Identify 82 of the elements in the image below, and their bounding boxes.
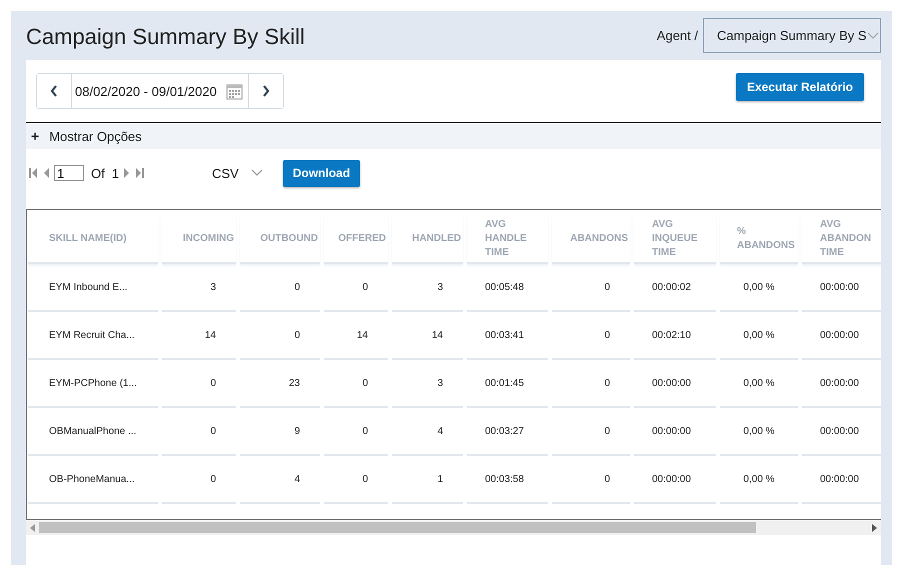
- table-cell: 00:00:00: [802, 312, 881, 360]
- table-cell: 00:00:00: [634, 456, 716, 504]
- table-cell: 14: [324, 312, 388, 360]
- table-cell: 00:03:41: [467, 312, 548, 360]
- download-button[interactable]: Download: [282, 160, 360, 186]
- page-total: 1: [112, 166, 119, 180]
- table-cell: 0,00 %: [720, 360, 798, 408]
- table-cell: EYM Inbound E...: [28, 264, 158, 312]
- table-cell: 00:02:10: [634, 312, 716, 360]
- table-cell: 14: [162, 312, 236, 360]
- table-cell: 0: [552, 312, 630, 360]
- table-cell: 0: [240, 312, 320, 360]
- table-cell: 00:00:00: [802, 408, 881, 456]
- table-cell: 0,00 %: [720, 456, 798, 504]
- column-header: OFFERED: [324, 215, 388, 264]
- scroll-right-icon[interactable]: [872, 524, 877, 532]
- plus-icon[interactable]: +: [31, 128, 40, 144]
- table-cell: 3: [392, 264, 463, 312]
- table-cell: 3: [392, 360, 463, 408]
- table-cell: 4: [392, 408, 463, 456]
- table-cell: 00:03:58: [467, 456, 548, 504]
- run-report-button[interactable]: Executar Relatório: [736, 73, 864, 101]
- last-page-icon[interactable]: [134, 167, 145, 179]
- table-cell: 0: [324, 360, 388, 408]
- table-cell: 0: [552, 264, 630, 312]
- column-header: % ABANDONS: [720, 215, 798, 264]
- column-header: SKILL NAME(ID): [28, 215, 158, 264]
- next-page-icon[interactable]: [122, 167, 132, 179]
- table-cell: 9: [240, 408, 320, 456]
- table-cell: 0,00 %: [720, 312, 798, 360]
- table-cell: 00:01:45: [467, 360, 548, 408]
- table-cell: 0: [324, 264, 388, 312]
- breadcrumb: Agent /: [656, 28, 698, 43]
- of-label: Of: [91, 166, 105, 180]
- table-cell: 1: [392, 456, 463, 504]
- format-select[interactable]: CSV: [212, 166, 263, 180]
- table-cell: EYM-PCPhone (1...: [28, 360, 158, 408]
- column-header: HANDLED: [392, 215, 463, 264]
- chevron-down-icon: [250, 169, 263, 177]
- show-options-toggle[interactable]: Mostrar Opções: [49, 128, 142, 144]
- table-cell: 0: [552, 360, 630, 408]
- table-cell: 00:00:02: [634, 264, 716, 312]
- table-cell: 0: [324, 456, 388, 504]
- table-cell: OB-PhoneManua...: [28, 456, 158, 504]
- chevron-right-icon: [262, 85, 270, 97]
- table-cell: 00:05:48: [467, 264, 548, 312]
- table-cell: 00:00:00: [634, 408, 716, 456]
- table-cell: 0: [552, 408, 630, 456]
- table-cell: 0: [240, 264, 320, 312]
- column-header: AVG ABANDON TIME: [802, 215, 881, 264]
- column-header: OUTBOUND: [240, 215, 320, 264]
- calendar-icon[interactable]: [226, 82, 243, 100]
- table-cell: 0,00 %: [720, 408, 798, 456]
- column-header: INCOMING: [162, 215, 236, 264]
- page-title: Campaign Summary By Skill: [26, 22, 306, 50]
- first-page-icon[interactable]: [28, 167, 38, 179]
- horizontal-scrollbar[interactable]: [26, 520, 881, 535]
- page-field[interactable]: 1: [54, 165, 84, 181]
- table-cell: 0: [162, 360, 236, 408]
- table-cell: 4: [240, 456, 320, 504]
- chevron-left-icon: [50, 85, 58, 97]
- table-cell: 0: [162, 456, 236, 504]
- column-header: AVG INQUEUE TIME: [634, 215, 716, 264]
- table-cell: 00:00:00: [634, 360, 716, 408]
- table-cell: 3: [162, 264, 236, 312]
- table-cell: EYM Recruit Cha...: [28, 312, 158, 360]
- table-cell: 0: [162, 408, 236, 456]
- table-cell: OBManualPhone ...: [28, 408, 158, 456]
- table-cell: 0: [324, 408, 388, 456]
- report-select[interactable]: Campaign Summary By S: [703, 18, 881, 53]
- column-header: AVG HANDLE TIME: [467, 215, 548, 264]
- table-cell: 00:00:00: [802, 360, 881, 408]
- table-cell: 14: [392, 312, 463, 360]
- chevron-down-icon: [867, 32, 879, 40]
- table-cell: 0: [552, 456, 630, 504]
- column-header: ABANDONS: [552, 215, 630, 264]
- table-cell: 0,00 %: [720, 264, 798, 312]
- table-cell: 00:00:00: [802, 456, 881, 504]
- table-cell: 23: [240, 360, 320, 408]
- table-cell: 00:00:00: [802, 264, 881, 312]
- scroll-left-icon[interactable]: [30, 524, 35, 532]
- table-cell: 00:03:27: [467, 408, 548, 456]
